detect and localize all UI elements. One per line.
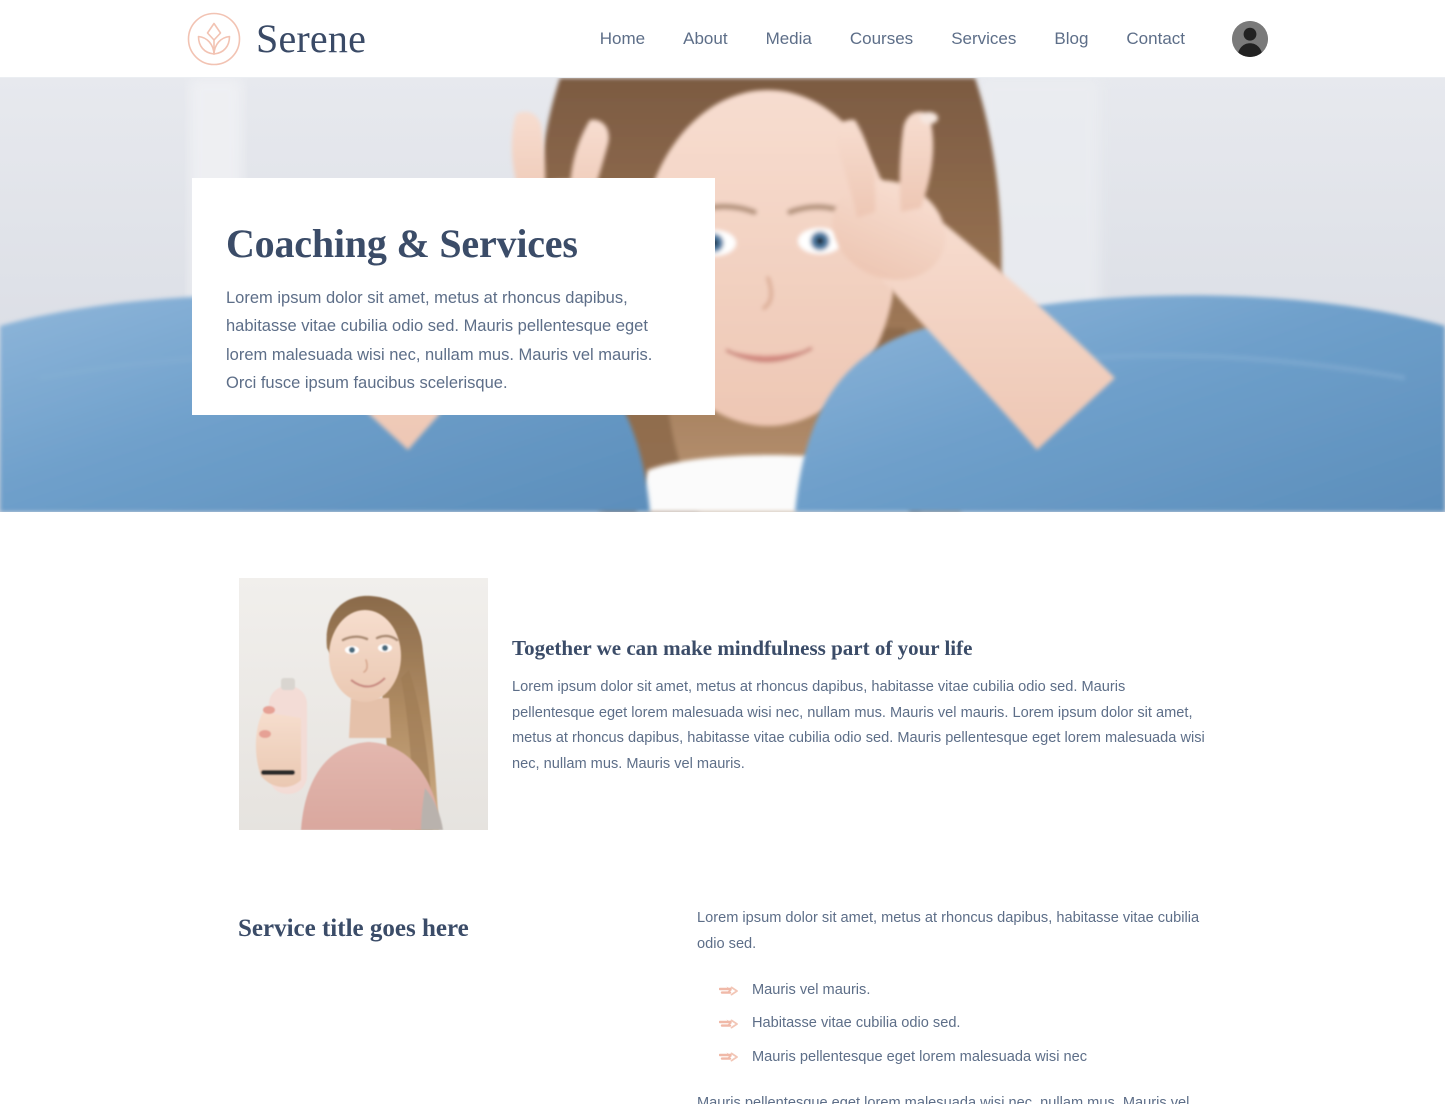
main-navigation: Home About Media Courses Services Blog C… [600,20,1268,57]
mindfulness-section: Together we can make mindfulness part of… [0,512,1445,830]
service-title: Service title goes here [238,915,469,942]
hero-title: Coaching & Services [226,221,578,266]
nav-item-media[interactable]: Media [747,30,831,47]
mindfulness-text-block: Together we can make mindfulness part of… [488,578,1212,777]
arrow-bullet-icon [719,1018,738,1030]
service-section: Service title goes here Lorem ipsum dolo… [0,830,1445,1104]
service-intro-text: Lorem ipsum dolor sit amet, metus at rho… [697,910,1200,952]
site-header: Serene Home About Media Courses Services… [0,0,1445,78]
list-item-label: Mauris pellentesque eget lorem malesuada… [752,1048,1088,1065]
service-outro-text: Mauris pellentesque eget lorem malesuada… [697,1095,1190,1104]
list-item: Habitasse vitae cubilia odio sed. [719,1012,1222,1035]
nav-item-contact[interactable]: Contact [1107,30,1204,47]
lotus-circle-icon [186,11,242,67]
nav-item-courses[interactable]: Courses [831,30,932,47]
list-item: Mauris pellentesque eget lorem malesuada… [719,1046,1222,1069]
arrow-bullet-icon [719,985,738,997]
nav-item-services[interactable]: Services [932,30,1035,47]
list-item-label: Mauris vel mauris. [752,982,871,999]
list-item: Mauris vel mauris. [719,979,1222,1002]
hero-section: Coaching & Services Lorem ipsum dolor si… [0,78,1445,512]
nav-item-about[interactable]: About [664,30,746,47]
brand-name: Serene [256,15,367,61]
nav-item-blog[interactable]: Blog [1035,30,1107,47]
hero-body-text: Lorem ipsum dolor sit amet, metus at rho… [226,289,653,393]
brand-logo-link[interactable]: Serene [186,11,366,67]
mindfulness-body-text: Lorem ipsum dolor sit amet, metus at rho… [512,679,1205,772]
mindfulness-photo [239,578,488,830]
service-bullet-list: Mauris vel mauris. Habitasse vitae cubil… [697,979,1222,1069]
list-item-label: Habitasse vitae cubilia odio sed. [752,1015,961,1032]
arrow-bullet-icon [719,1051,738,1063]
user-avatar-icon[interactable] [1232,20,1268,57]
hero-card: Coaching & Services Lorem ipsum dolor si… [192,178,715,415]
mindfulness-title: Together we can make mindfulness part of… [512,636,973,660]
nav-item-home[interactable]: Home [600,30,664,47]
service-detail-block: Lorem ipsum dolor sit amet, metus at rho… [697,906,1222,1104]
